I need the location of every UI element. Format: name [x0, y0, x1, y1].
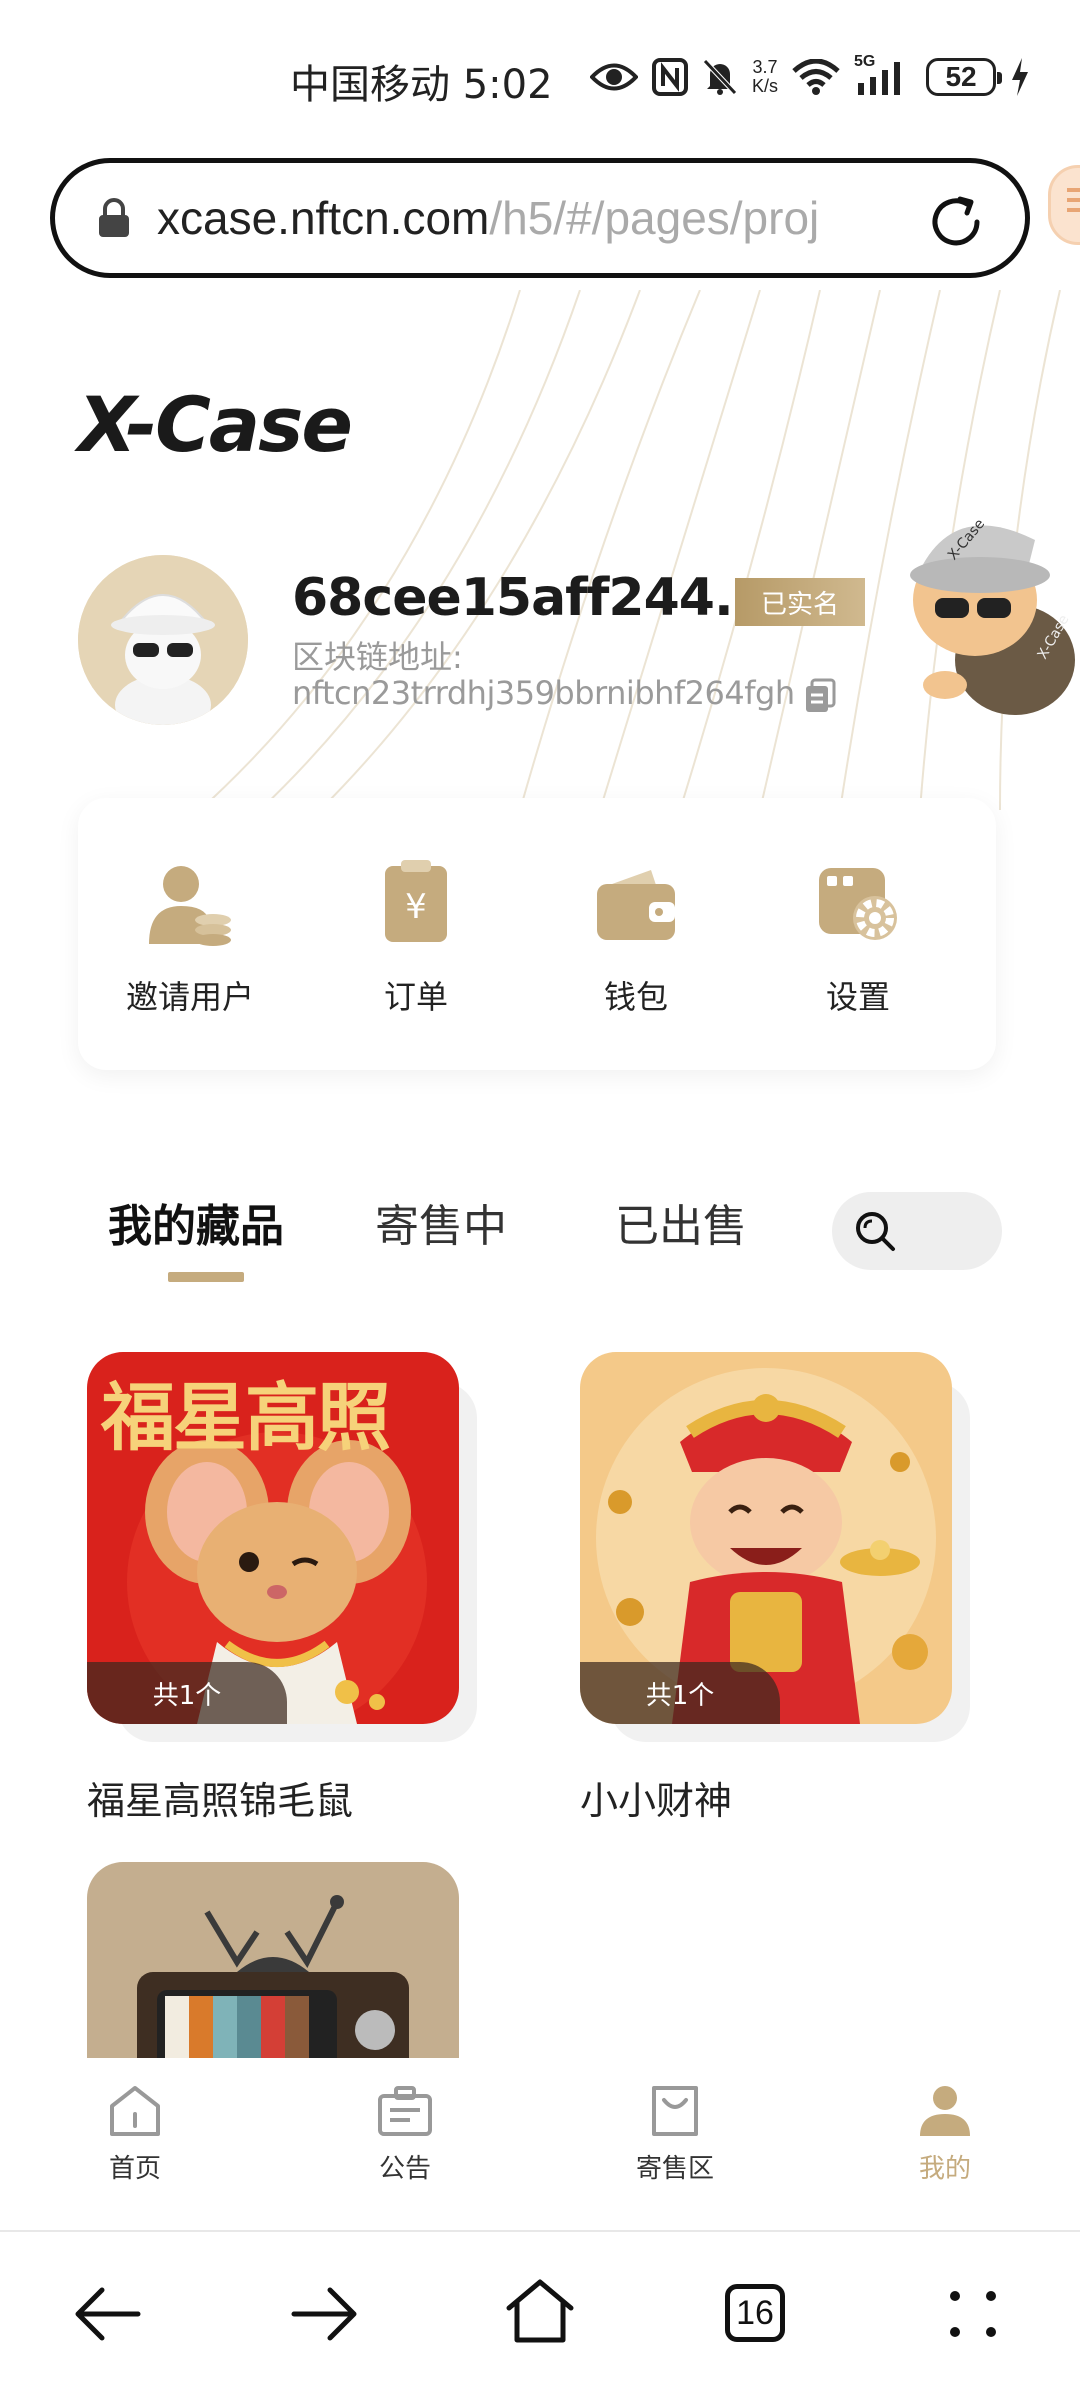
collection-card[interactable]: 共1个: [580, 1352, 970, 1742]
collection-name[interactable]: 小小财神: [580, 1770, 732, 1825]
url-text[interactable]: xcase.nftcn.com/h5/#/pages/proj: [157, 191, 877, 245]
collection-image: 共1个: [580, 1352, 952, 1724]
shopping-bag-icon: [652, 2086, 698, 2136]
tab-switcher-button[interactable]: 16: [725, 2284, 785, 2342]
more-menu-icon[interactable]: [945, 2284, 1001, 2344]
mascot-illustration: X-Case X-Case: [910, 516, 1075, 715]
collection-image: [87, 1862, 459, 2058]
forward-arrow-icon[interactable]: [290, 2284, 360, 2344]
nav-home[interactable]: 首页: [75, 2082, 195, 2185]
count-tag: 共1个: [87, 1662, 287, 1724]
reload-icon[interactable]: [927, 193, 985, 251]
nav-mine-label: 我的: [918, 2154, 971, 2184]
eye-icon: [590, 63, 638, 91]
collection-banner: 福星高照: [101, 1375, 391, 1461]
chain-address: nftcn23trrdhj359bbrnibhf264fgh: [292, 674, 795, 712]
wifi-icon: [792, 59, 840, 95]
nav-mine[interactable]: 我的: [885, 2082, 1005, 2185]
url-path: /h5/#/pages/proj: [489, 192, 820, 244]
collection-image: 福星高照 共1个: [87, 1352, 459, 1724]
invite-user-button[interactable]: 邀请用户: [100, 858, 280, 1028]
profile-icon: [920, 2086, 970, 2136]
back-arrow-icon[interactable]: [72, 2284, 142, 2344]
nav-consignment-label: 寄售区: [635, 2154, 714, 2184]
url-host: xcase.nftcn.com: [157, 192, 490, 244]
lock-icon: [99, 198, 129, 237]
verified-badge: 已实名: [735, 578, 865, 626]
battery-indicator: 52: [926, 58, 1003, 96]
wallet-label: 钱包: [603, 978, 668, 1016]
settings-label: 设置: [825, 978, 890, 1016]
wallet-icon: [597, 870, 675, 940]
count-tag: 共1个: [580, 1662, 780, 1724]
net-speed-unit: K/s: [752, 76, 779, 96]
avatar-image: [78, 555, 248, 725]
tab-on-consignment[interactable]: 寄售中: [375, 1190, 507, 1254]
search-button[interactable]: [832, 1192, 1002, 1270]
collection-card[interactable]: 福星高照 共1个: [87, 1352, 477, 1742]
copy-icon[interactable]: [804, 678, 838, 714]
quick-actions-card: 邀请用户 ¥ 订单 钱包 设置: [78, 798, 996, 1070]
home-icon[interactable]: [505, 2278, 575, 2344]
nav-home-label: 首页: [108, 2154, 161, 2184]
carrier-time: 中国移动 5:02: [290, 62, 553, 108]
active-tab-indicator: [168, 1272, 244, 1282]
collection-card[interactable]: [87, 1862, 459, 2058]
invite-user-icon: [149, 866, 231, 946]
address-bar[interactable]: xcase.nftcn.com/h5/#/pages/proj: [50, 158, 1030, 278]
order-icon: ¥: [385, 860, 447, 942]
net-speed: 3.7 K/s: [752, 58, 778, 96]
svg-text:¥: ¥: [405, 887, 427, 927]
username: 68cee15aff244...: [292, 568, 771, 628]
chain-address-label: 区块链地址:: [292, 638, 463, 676]
settings-button[interactable]: 设置: [768, 858, 948, 1028]
settings-icon: [819, 868, 897, 940]
tab-sold[interactable]: 已出售: [615, 1190, 747, 1254]
nav-consignment[interactable]: 寄售区: [615, 2082, 735, 2185]
home-icon: [110, 2086, 160, 2136]
invite-user-label: 邀请用户: [125, 978, 254, 1016]
signal-icon: 5G: [854, 53, 912, 97]
nfc-icon: [652, 58, 688, 96]
avatar[interactable]: [78, 555, 248, 725]
side-panel-tab[interactable]: [1048, 165, 1080, 245]
announcement-icon: [378, 2086, 432, 2136]
browser-toolbar: 16: [0, 2230, 1080, 2400]
tab-my-collection[interactable]: 我的藏品: [108, 1190, 284, 1254]
nav-announcement-label: 公告: [378, 2154, 431, 2184]
nav-announcement[interactable]: 公告: [345, 2082, 465, 2185]
search-icon: [856, 1212, 895, 1251]
order-button[interactable]: ¥ 订单: [326, 858, 506, 1028]
status-bar: 中国移动 5:02 3.7 K/s 5G 52: [0, 0, 1080, 150]
xcase-logo: X-Case: [78, 380, 353, 469]
collection-name[interactable]: 福星高照锦毛鼠: [87, 1770, 353, 1825]
net-speed-value: 3.7: [752, 57, 778, 77]
order-label: 订单: [383, 978, 448, 1016]
app-bottom-nav: 首页 公告 寄售区 我的: [0, 2058, 1080, 2228]
mute-bell-icon: [703, 59, 737, 95]
status-icons: 3.7 K/s 5G 52: [590, 53, 1030, 99]
wallet-button[interactable]: 钱包: [546, 858, 726, 1028]
charging-icon: [1012, 58, 1029, 96]
